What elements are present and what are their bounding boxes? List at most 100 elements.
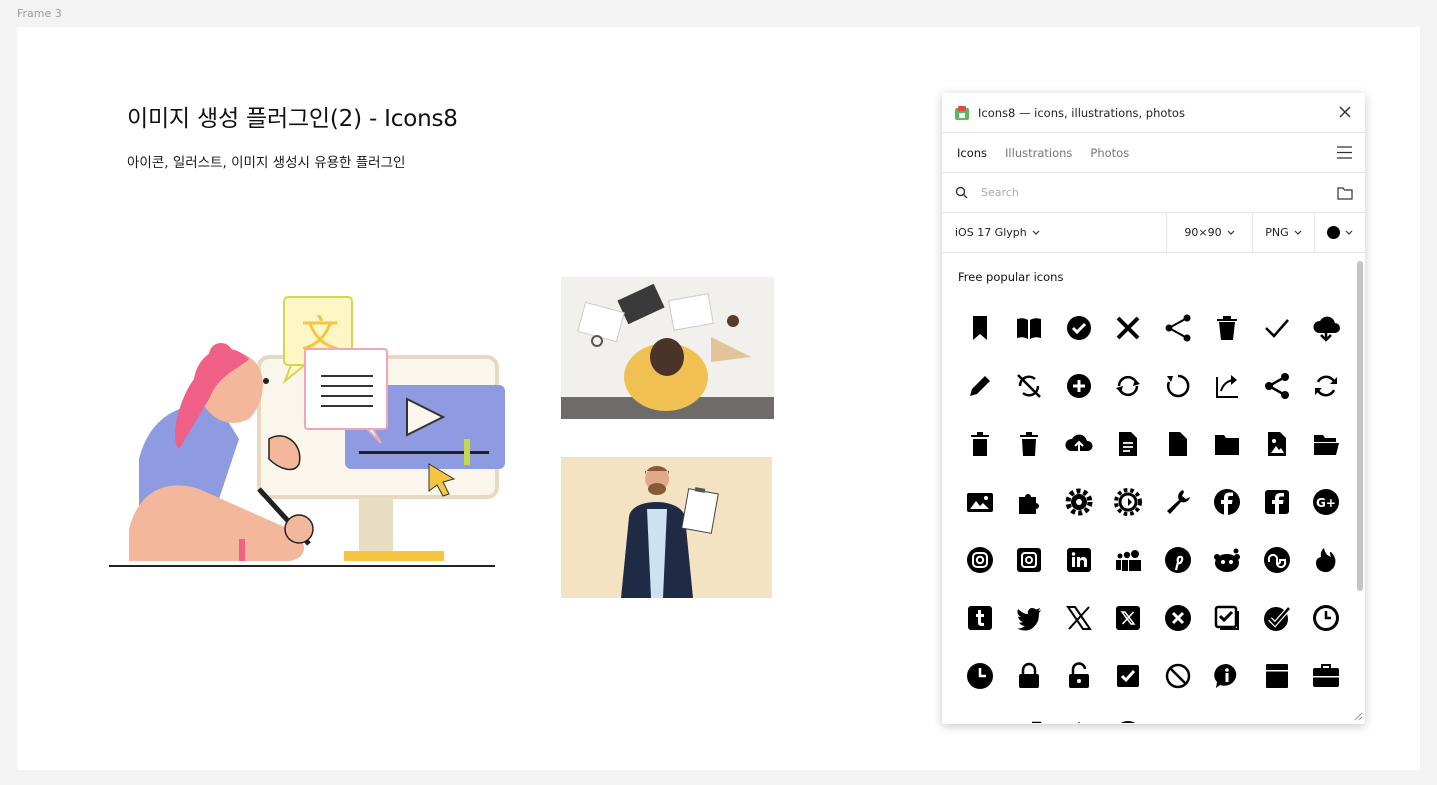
icon-cell[interactable] [1104, 415, 1154, 473]
scrollbar[interactable] [1357, 261, 1363, 591]
cloud-upload-icon [1065, 434, 1093, 451]
icon-cell[interactable] [955, 473, 1005, 531]
icon-cell[interactable] [1203, 357, 1253, 415]
book-icon [1017, 318, 1042, 339]
wrench-icon [1166, 490, 1190, 514]
trash-icon [1217, 316, 1238, 340]
style-dropdown[interactable]: iOS 17 Glyph [942, 213, 1167, 252]
search-icon [955, 186, 968, 199]
icon-cell[interactable] [1005, 415, 1055, 473]
icon-cell[interactable] [1104, 531, 1154, 589]
icon-cell[interactable] [1252, 531, 1302, 589]
icon-cell[interactable] [1203, 473, 1253, 531]
icon-cell[interactable] [1005, 705, 1055, 723]
briefcase-icon [1313, 664, 1340, 687]
icon-cell[interactable] [1104, 589, 1154, 647]
icon-cell[interactable] [1153, 299, 1203, 357]
icon-cell[interactable] [1203, 531, 1253, 589]
icon-cell[interactable]: G+ [1302, 473, 1352, 531]
lock-icon [1019, 662, 1040, 688]
icon-cell[interactable] [1153, 357, 1203, 415]
icon-cell[interactable] [1252, 415, 1302, 473]
icon-cell[interactable] [1104, 705, 1154, 723]
icon-cell[interactable] [1005, 589, 1055, 647]
icon-cell[interactable] [1054, 705, 1104, 723]
icon-cell[interactable] [955, 589, 1005, 647]
icon-cell[interactable] [1252, 357, 1302, 415]
icon-cell[interactable] [1153, 473, 1203, 531]
size-dropdown[interactable]: 90×90 [1167, 213, 1253, 252]
icon-cell[interactable] [1203, 415, 1253, 473]
folder-icon[interactable] [1337, 186, 1353, 200]
icon-cell[interactable] [1054, 415, 1104, 473]
tab-icons[interactable]: Icons [957, 146, 987, 160]
hamburger-menu-icon[interactable] [1337, 146, 1352, 159]
icon-cell[interactable] [1302, 299, 1352, 357]
icon-cell[interactable] [1203, 299, 1253, 357]
icon-cell[interactable] [1005, 473, 1055, 531]
icon-cell[interactable] [1054, 299, 1104, 357]
icon-cell[interactable] [1302, 357, 1352, 415]
icon-cell[interactable] [1054, 473, 1104, 531]
icon-cell[interactable] [1054, 647, 1104, 705]
panel-title: Icons8 — icons, illustrations, photos [978, 105, 1185, 120]
icon-cell[interactable] [1104, 473, 1154, 531]
color-dropdown[interactable] [1315, 213, 1365, 252]
stumbleupon-icon [1263, 547, 1290, 573]
icon-cell[interactable] [1153, 647, 1203, 705]
icon-cell[interactable] [1252, 589, 1302, 647]
slide-subtitle: 아이콘, 일러스트, 이미지 생성시 유용한 플러그인 [127, 155, 406, 171]
icon-cell[interactable] [955, 299, 1005, 357]
icon-cell[interactable] [1104, 299, 1154, 357]
icon-cell[interactable] [1005, 299, 1055, 357]
search-input[interactable] [981, 186, 1281, 199]
icon-cell[interactable] [1203, 705, 1253, 723]
svg-text:G+: G+ [1316, 496, 1336, 510]
instagram-square-icon [1017, 548, 1042, 572]
icon-cell[interactable] [1005, 531, 1055, 589]
icon-cell[interactable] [1153, 415, 1203, 473]
icon-cell[interactable] [1302, 531, 1352, 589]
icon-cell[interactable] [1005, 647, 1055, 705]
linkedin-icon [1066, 548, 1091, 572]
checkmark-icon [1264, 319, 1289, 338]
icon-cell[interactable] [1252, 647, 1302, 705]
icon-cell[interactable] [1252, 705, 1302, 723]
icon-cell[interactable] [1104, 357, 1154, 415]
icon-cell[interactable] [955, 357, 1005, 415]
size-label: 90×90 [1184, 226, 1222, 239]
tab-illustrations[interactable]: Illustrations [1005, 146, 1072, 160]
icon-cell[interactable] [1054, 357, 1104, 415]
icon-cell[interactable] [1302, 705, 1352, 723]
icon-cell[interactable] [1104, 647, 1154, 705]
resize-grip-icon[interactable] [1354, 712, 1363, 721]
icon-cell[interactable] [1252, 299, 1302, 357]
close-icon[interactable] [1338, 105, 1352, 119]
icon-cell[interactable] [1252, 473, 1302, 531]
filter-bar: iOS 17 Glyph 90×90 PNG [942, 213, 1365, 253]
tab-photos[interactable]: Photos [1090, 146, 1129, 160]
icon-cell[interactable] [955, 705, 1005, 723]
icon-cell[interactable] [1153, 705, 1203, 723]
share-arrow-icon [1216, 375, 1239, 398]
icon-cell[interactable] [1153, 531, 1203, 589]
icon-cell[interactable] [1203, 589, 1253, 647]
section-title: Free popular icons [958, 270, 1064, 284]
icon-cell[interactable] [955, 531, 1005, 589]
icon-cell[interactable] [1302, 589, 1352, 647]
icon-cell[interactable] [1203, 647, 1253, 705]
format-dropdown[interactable]: PNG [1253, 213, 1315, 252]
format-label: PNG [1265, 226, 1289, 239]
instagram-icon [966, 547, 993, 573]
home-icon [1077, 722, 1080, 723]
icon-cell[interactable] [1005, 357, 1055, 415]
icon-cell[interactable] [1054, 589, 1104, 647]
icon-cell[interactable] [1054, 531, 1104, 589]
icon-cell[interactable] [1302, 415, 1352, 473]
icon-cell[interactable] [955, 647, 1005, 705]
icon-cell[interactable] [1153, 589, 1203, 647]
icon-cell[interactable] [955, 415, 1005, 473]
chevron-down-icon [1294, 230, 1302, 235]
icon-cell[interactable] [1302, 647, 1352, 705]
trash-2-icon [970, 432, 989, 456]
